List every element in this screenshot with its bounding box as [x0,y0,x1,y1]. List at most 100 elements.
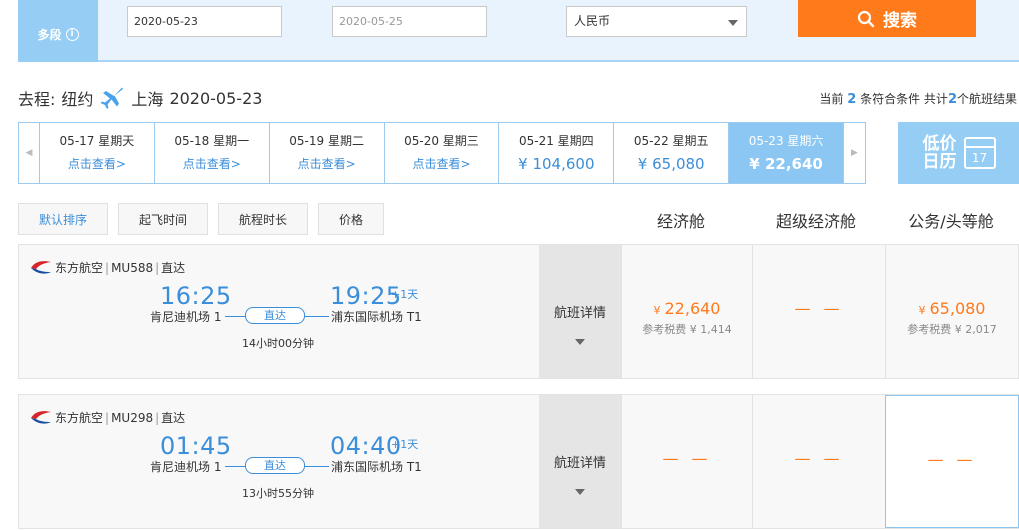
sort-duration-button[interactable]: 航程时长 [218,203,308,235]
summary-text: 当前 [819,92,844,106]
airplane-icon [100,87,124,109]
search-button-label: 搜索 [883,11,917,31]
departure-airport: 肯尼迪机场 1 [150,460,222,474]
info-icon[interactable]: i [65,27,79,41]
date-cell-date: 05-22 星期五 [633,134,709,148]
date-cell-link[interactable]: 点击查看> [155,155,269,172]
fare-price: 22,640 [664,299,721,318]
fare-unavailable: — — [662,449,712,468]
separator: | [105,260,110,275]
route-origin: 纽约 [61,90,94,109]
calendar-icon: 17 [963,137,996,169]
date-cell-date: 05-17 星期天 [59,134,135,148]
flight-type: 直达 [161,261,186,275]
date-cell[interactable]: 05-17 星期天 点击查看> [40,123,155,183]
fare-tax: 参考税费 ¥ 1,414 [642,323,732,336]
departure-airport: 肯尼迪机场 1 [150,310,222,324]
date-cell[interactable]: 05-22 星期五 ¥ 65,080 [614,123,730,183]
direct-tag: 直达 [245,457,305,474]
premium-economy-fare: — — [752,245,885,378]
next-dates-button[interactable]: ▶ [844,123,865,183]
sort-departure-button[interactable]: 起飞时间 [118,203,208,235]
route-date: 2020-05-23 [169,88,263,108]
arrival-airport: 浦东国际机场 T1 [331,460,422,474]
route-heading: 去程: 纽约 上海 2020-05-23 [18,86,262,110]
date-cell-selected[interactable]: 05-23 星期六 ¥ 22,640 [729,123,844,183]
date-cell[interactable]: 05-18 星期一 点击查看> [155,123,270,183]
flight-details-button[interactable]: 航班详情 [539,245,621,378]
flight-card: 东方航空 | MU588 | 直达 16:25 19:25 +1天 肯尼迪机场 … [18,244,1019,379]
business-first-header: 公务/头等舱 [908,212,994,231]
flight-type: 直达 [161,411,186,425]
airline-info: 东方航空 | MU298 | 直达 [29,409,185,426]
sort-default-button[interactable]: 默认排序 [18,203,108,235]
premium-economy-header: 超级经济舱 [775,212,856,231]
flight-details-label: 航班详情 [553,306,606,321]
plus-day: +1天 [391,438,419,451]
date-cell-link[interactable]: 点击查看> [385,155,499,172]
route-destination: 上海 [131,90,164,109]
business-fare[interactable]: ¥65,080 参考税费 ¥ 2,017 [885,245,1018,378]
premium-economy-fare: — — [752,395,885,528]
fare-tax: 参考税费 ¥ 2,017 [907,323,997,336]
chevron-down-icon [728,20,738,26]
fare-unavailable: — — [794,299,844,318]
flight-details-button[interactable]: 航班详情 [539,395,621,528]
return-date-input[interactable]: 2020-05-25 [332,6,487,37]
multi-trip-tab[interactable]: 多段 i [18,0,98,62]
route-prefix: 去程: [18,90,56,109]
date-cell-date: 05-20 星期三 [404,134,479,148]
airline-name: 东方航空 [55,411,104,425]
low-price-calendar-button[interactable]: 低价日历 17 [898,122,1019,184]
low-price-calendar-label: 低价日历 [922,134,957,172]
airline-name: 东方航空 [55,261,104,275]
date-strip: ◀ 05-17 星期天 点击查看> 05-18 星期一 点击查看> 05-19 … [18,122,866,184]
flight-number: MU588 [111,260,154,275]
currency-symbol: ¥ [918,304,926,317]
plus-day: +1天 [391,288,419,301]
currency-select[interactable]: 人民币 [566,6,747,37]
economy-header: 经济舱 [656,212,705,231]
flight-number: MU298 [111,410,154,425]
date-cell-date: 05-21 星期四 [518,134,594,148]
flight-duration: 14小时00分钟 [242,337,314,350]
date-cell-price: ¥ 22,640 [749,155,823,173]
date-cell[interactable]: 05-19 星期二 点击查看> [270,123,385,183]
china-eastern-logo-icon [31,260,51,274]
flight-card: 东方航空 | MU298 | 直达 01:45 04:40 +1天 肯尼迪机场 … [18,394,1019,529]
depart-date-input[interactable]: 2020-05-23 [127,6,282,37]
separator: | [155,260,160,275]
economy-fare[interactable]: ¥22,640 参考税费 ¥ 1,414 [621,245,752,378]
search-button[interactable]: 搜索 [798,0,976,37]
separator: | [155,410,160,425]
fare-price: 65,080 [929,299,986,318]
departure-time: 16:25 [160,282,232,310]
chevron-down-icon [575,489,585,495]
sort-price-button[interactable]: 价格 [318,203,384,235]
china-eastern-logo-icon [31,410,51,424]
matching-count: 2 [847,92,857,107]
chevron-down-icon [575,339,585,345]
result-summary: 当前 2 条符合条件 共计2个航班结果 [819,90,1017,107]
departure-time: 01:45 [160,432,232,460]
date-cell[interactable]: 05-21 星期四 ¥ 104,600 [499,123,615,183]
fare-unavailable: — — [927,450,977,469]
flight-duration: 13小时55分钟 [242,487,314,500]
date-cell-date: 05-18 星期一 [174,134,250,148]
multi-trip-label: 多段 [37,27,62,42]
business-fare[interactable]: — — [885,395,1019,528]
prev-dates-button[interactable]: ◀ [19,123,40,183]
date-cell-price: ¥ 65,080 [637,155,705,173]
airline-info: 东方航空 | MU588 | 直达 [29,259,185,276]
direct-tag: 直达 [245,307,305,324]
fare-unavailable: — — [794,449,844,468]
date-cell-date: 05-19 星期二 [289,134,364,148]
summary-text: 条符合条件 共计 [860,92,948,106]
date-cell[interactable]: 05-20 星期三 点击查看> [385,123,500,183]
date-cell-link[interactable]: 点击查看> [40,155,154,172]
date-cell-link[interactable]: 点击查看> [270,155,384,172]
calendar-day: 17 [971,151,988,165]
date-cell-date: 05-23 星期六 [748,134,824,148]
separator: | [105,410,110,425]
search-icon [857,10,875,27]
